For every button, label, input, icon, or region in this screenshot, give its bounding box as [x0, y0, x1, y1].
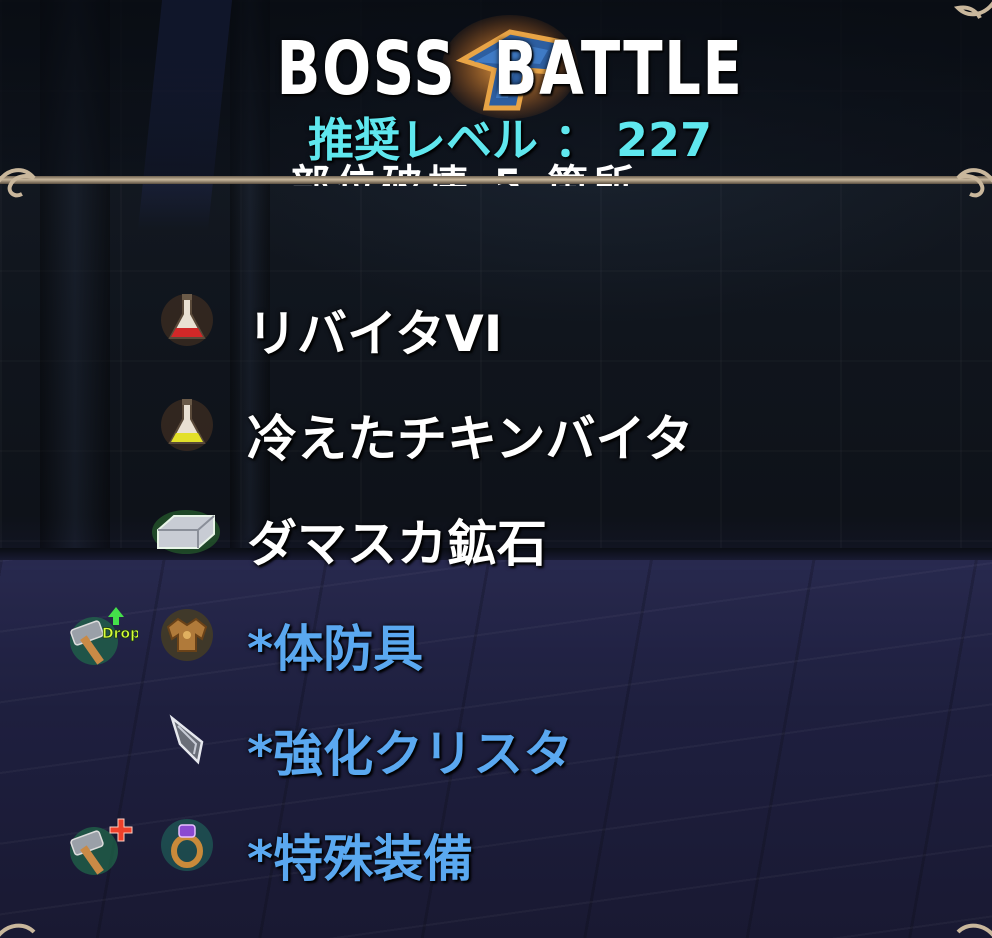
game-screen: 部位破壊 5 箇所 BOSS BATTLE 推奨レベル ： 227 リバイタVI — [0, 0, 992, 938]
ring-accessory-icon — [161, 819, 213, 871]
boss-battle-title: BOSS BATTLE — [276, 26, 744, 112]
recommended-level: 推奨レベル ： 227 — [307, 113, 713, 167]
reward-item-row: リバイタVI — [0, 280, 992, 370]
reward-item-row: ダマスカ鉱石 — [0, 490, 992, 580]
item-label: *特殊装備 — [247, 830, 474, 888]
yellow-potion-flask-icon — [161, 399, 213, 451]
corner-ornament-icon — [956, 168, 992, 198]
silver-ore-ingot-icon — [152, 510, 220, 554]
drop-badge-text: Drop — [102, 626, 138, 642]
reward-item-row: Drop *体防具 — [0, 595, 992, 685]
crystal-shard-icon — [169, 714, 204, 765]
item-label: ダマスカ鉱石 — [247, 515, 547, 573]
body-armor-icon — [161, 609, 213, 661]
red-potion-flask-icon — [161, 294, 213, 346]
header-divider — [0, 176, 992, 184]
reward-item-row: *特殊装備 — [0, 805, 992, 895]
corner-ornament-icon — [953, 1, 992, 20]
reward-item-row: 冷えたチキンバイタ — [0, 385, 992, 475]
hammer-plus-icon — [70, 818, 133, 875]
item-label: リバイタVI — [247, 305, 503, 363]
corner-ornament-icon — [0, 923, 36, 937]
reward-item-row: *強化クリスタ — [0, 700, 992, 790]
hammer-drop-up-icon: Drop — [70, 607, 138, 665]
corner-ornament-icon — [956, 923, 992, 937]
item-label: *強化クリスタ — [247, 725, 574, 783]
corner-ornament-icon — [0, 168, 36, 198]
item-label: *体防具 — [247, 620, 424, 678]
item-label: 冷えたチキンバイタ — [247, 410, 694, 468]
